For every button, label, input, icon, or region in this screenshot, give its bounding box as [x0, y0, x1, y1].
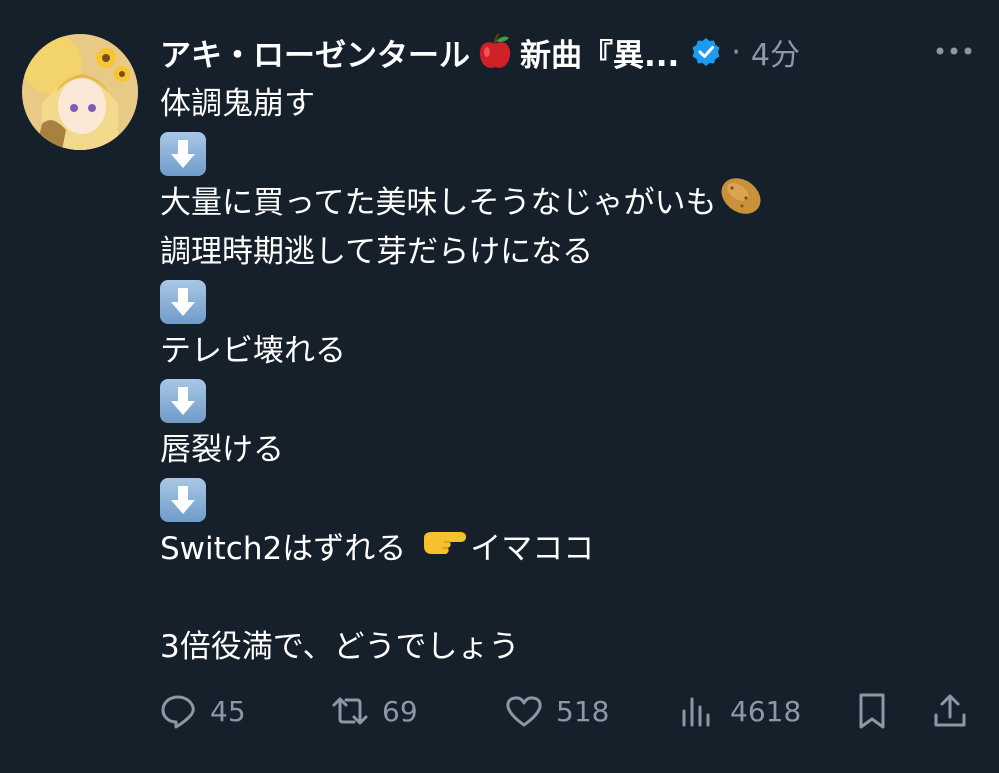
bookmark-icon: [859, 693, 885, 729]
tweet-time-separator: ·: [731, 34, 741, 70]
pointing-hand-emoji: [420, 524, 470, 575]
verified-badge-icon: [692, 38, 720, 66]
avatar[interactable]: [22, 34, 138, 150]
more-icon: [936, 47, 972, 55]
tweet-body: 体調鬼崩す 大量に買ってた美味しそうなじゃがいも 調理時期逃して芽だらけになる: [160, 80, 980, 673]
down-arrow-emoji: [160, 132, 206, 177]
potato-emoji: [716, 174, 766, 233]
views-icon: [682, 697, 710, 727]
like-button[interactable]: 518: [504, 686, 609, 736]
author-name-tail[interactable]: 新曲『異...: [520, 30, 679, 75]
bookmark-button[interactable]: [852, 686, 892, 736]
tweet-line: イマココ: [470, 530, 595, 567]
views-button[interactable]: 4618: [678, 686, 801, 736]
tweet-line: 3倍役満で、どうでしょう: [160, 629, 520, 666]
action-bar: 45 69 518 4618: [158, 686, 978, 736]
retweet-count: 69: [382, 694, 418, 728]
down-arrow-emoji: [160, 379, 206, 424]
tweet-time[interactable]: 4分: [751, 30, 800, 74]
tweet-line: 大量に買ってた美味しそうなじゃがいも: [160, 184, 717, 221]
tweet-header: アキ・ローゼンタール 新曲『異... · 4分: [160, 30, 800, 74]
retweet-button[interactable]: 69: [330, 686, 418, 736]
down-arrow-emoji: [160, 280, 206, 325]
tweet-line: テレビ壊れる: [160, 332, 346, 369]
down-arrow-emoji: [160, 477, 206, 522]
apple-emoji: [476, 33, 514, 71]
share-icon: [934, 694, 966, 727]
reply-count: 45: [210, 694, 246, 728]
avatar-image: [22, 34, 138, 150]
tweet-line: 体調鬼崩す: [160, 86, 315, 122]
reply-icon: [161, 695, 195, 729]
like-count: 518: [556, 694, 610, 728]
share-button[interactable]: [930, 686, 970, 736]
tweet: アキ・ローゼンタール 新曲『異... · 4分 体調鬼崩す 大量に買ってた美味し…: [0, 0, 999, 773]
more-button[interactable]: [932, 36, 976, 66]
retweet-icon: [332, 697, 368, 725]
views-count: 4618: [730, 694, 802, 728]
tweet-line: 唇裂ける: [160, 431, 284, 468]
author-name[interactable]: アキ・ローゼンタール: [160, 30, 470, 75]
tweet-line: 調理時期逃して芽だらけになる: [160, 234, 594, 271]
reply-button[interactable]: 45: [158, 686, 246, 736]
like-icon: [506, 696, 542, 727]
tweet-line: Switch2はずれる: [160, 530, 407, 567]
